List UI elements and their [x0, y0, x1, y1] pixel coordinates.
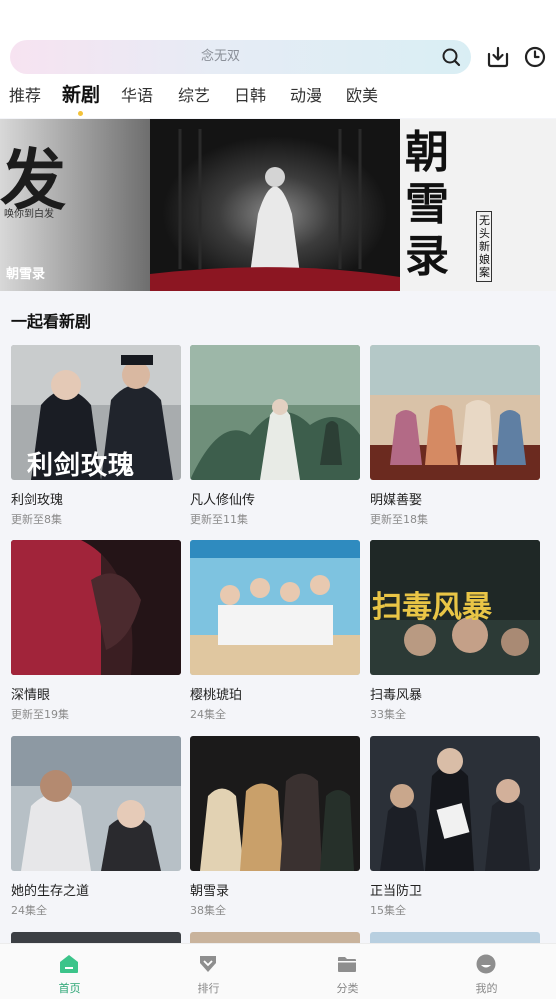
drama-card[interactable]: 明媒善娶 更新至18集	[370, 345, 540, 526]
card-title: 利剑玫瑰	[11, 493, 64, 508]
card-episode-status: 24集全	[11, 904, 47, 917]
active-tab-indicator	[78, 111, 83, 116]
poster-image	[190, 345, 360, 480]
ranking-icon	[200, 956, 216, 972]
card-episode-status: 更新至19集	[11, 708, 69, 721]
app-screen: 念无双 推荐 新剧 华语 综艺 日韩 动漫 欧美 发 唤你到白发 朝雪录 无头新…	[0, 0, 556, 999]
card-title: 她的生存之道	[11, 884, 90, 899]
nav-ranking-label: 排行	[197, 982, 220, 995]
tab-anime[interactable]: 动漫	[290, 84, 322, 108]
drama-card[interactable]: 正当防卫 15集全	[370, 736, 540, 917]
tab-new-drama[interactable]: 新剧	[62, 83, 100, 107]
category-tabs: 推荐 新剧 华语 综艺 日韩 动漫 欧美	[0, 83, 556, 116]
drama-card[interactable]: 她的生存之道 24集全	[11, 736, 181, 917]
card-episode-status: 24集全	[190, 708, 226, 721]
tab-chinese[interactable]: 华语	[121, 84, 153, 108]
nav-ranking[interactable]: 排行	[139, 944, 278, 999]
card-title: 凡人修仙传	[190, 493, 256, 508]
drama-card[interactable]: 樱桃琥珀 24集全	[190, 540, 360, 721]
nav-category[interactable]: 分类	[278, 944, 417, 999]
banner-seal-text: 无头新娘案	[476, 211, 492, 282]
drama-card[interactable]: 深情眼 更新至19集	[11, 540, 181, 721]
poster-image	[190, 736, 360, 871]
poster-image	[11, 736, 181, 871]
drama-card[interactable]: 朝雪录 38集全	[190, 736, 360, 917]
card-episode-status: 更新至18集	[370, 513, 428, 526]
card-episode-status: 33集全	[370, 708, 406, 721]
card-title: 深情眼	[11, 688, 51, 703]
poster-title-text: 扫毒风暴	[372, 590, 492, 625]
tab-recommend[interactable]: 推荐	[9, 84, 41, 108]
drama-card[interactable]: 利剑玫瑰 利剑玫瑰 更新至8集	[11, 345, 181, 526]
nav-home-label: 首页	[58, 982, 81, 995]
tab-variety[interactable]: 综艺	[178, 84, 210, 108]
poster-image	[190, 540, 360, 675]
search-bar[interactable]: 念无双	[10, 40, 471, 74]
top-bar: 念无双 推荐 新剧 华语 综艺 日韩 动漫 欧美	[0, 0, 556, 118]
profile-icon	[476, 954, 496, 974]
category-folder-icon	[338, 957, 356, 972]
search-placeholder: 念无双	[200, 49, 240, 64]
banner-right-calligraphy: 朝雪录	[405, 127, 449, 282]
drama-card[interactable]: 扫毒风暴 扫毒风暴 33集全	[370, 540, 540, 721]
search-icon[interactable]	[441, 47, 461, 67]
nav-home[interactable]: 首页	[0, 944, 139, 999]
section-title: 一起看新剧	[11, 312, 92, 331]
history-clock-icon[interactable]	[523, 45, 547, 69]
bottom-navigation: 首页 排行 分类 我的	[0, 943, 556, 999]
banner-title: 朝雪录	[6, 267, 46, 282]
card-episode-status: 15集全	[370, 904, 406, 917]
card-title: 朝雪录	[190, 884, 230, 899]
nav-category-label: 分类	[336, 982, 359, 995]
card-episode-status: 更新至11集	[190, 513, 248, 526]
card-episode-status: 38集全	[190, 904, 226, 917]
tab-western[interactable]: 欧美	[346, 84, 378, 108]
banner-left-caption: 唤你到白发	[4, 209, 54, 220]
poster-title-text: 利剑玫瑰	[27, 451, 136, 481]
card-title: 扫毒风暴	[370, 688, 423, 703]
nav-profile[interactable]: 我的	[417, 944, 556, 999]
hero-banner[interactable]: 发 唤你到白发 朝雪录 无头新娘案 朝雪录	[0, 119, 556, 291]
drama-card[interactable]: 凡人修仙传 更新至11集	[190, 345, 360, 526]
home-icon	[60, 955, 78, 973]
poster-image	[370, 345, 540, 480]
tab-japan-korea[interactable]: 日韩	[234, 84, 266, 108]
card-title: 明媒善娶	[370, 493, 423, 508]
poster-image	[370, 736, 540, 871]
nav-profile-label: 我的	[475, 982, 498, 995]
poster-image	[11, 540, 181, 675]
card-title: 樱桃琥珀	[190, 688, 243, 703]
card-episode-status: 更新至8集	[11, 513, 62, 526]
card-title: 正当防卫	[370, 884, 423, 899]
download-icon[interactable]	[486, 45, 510, 69]
